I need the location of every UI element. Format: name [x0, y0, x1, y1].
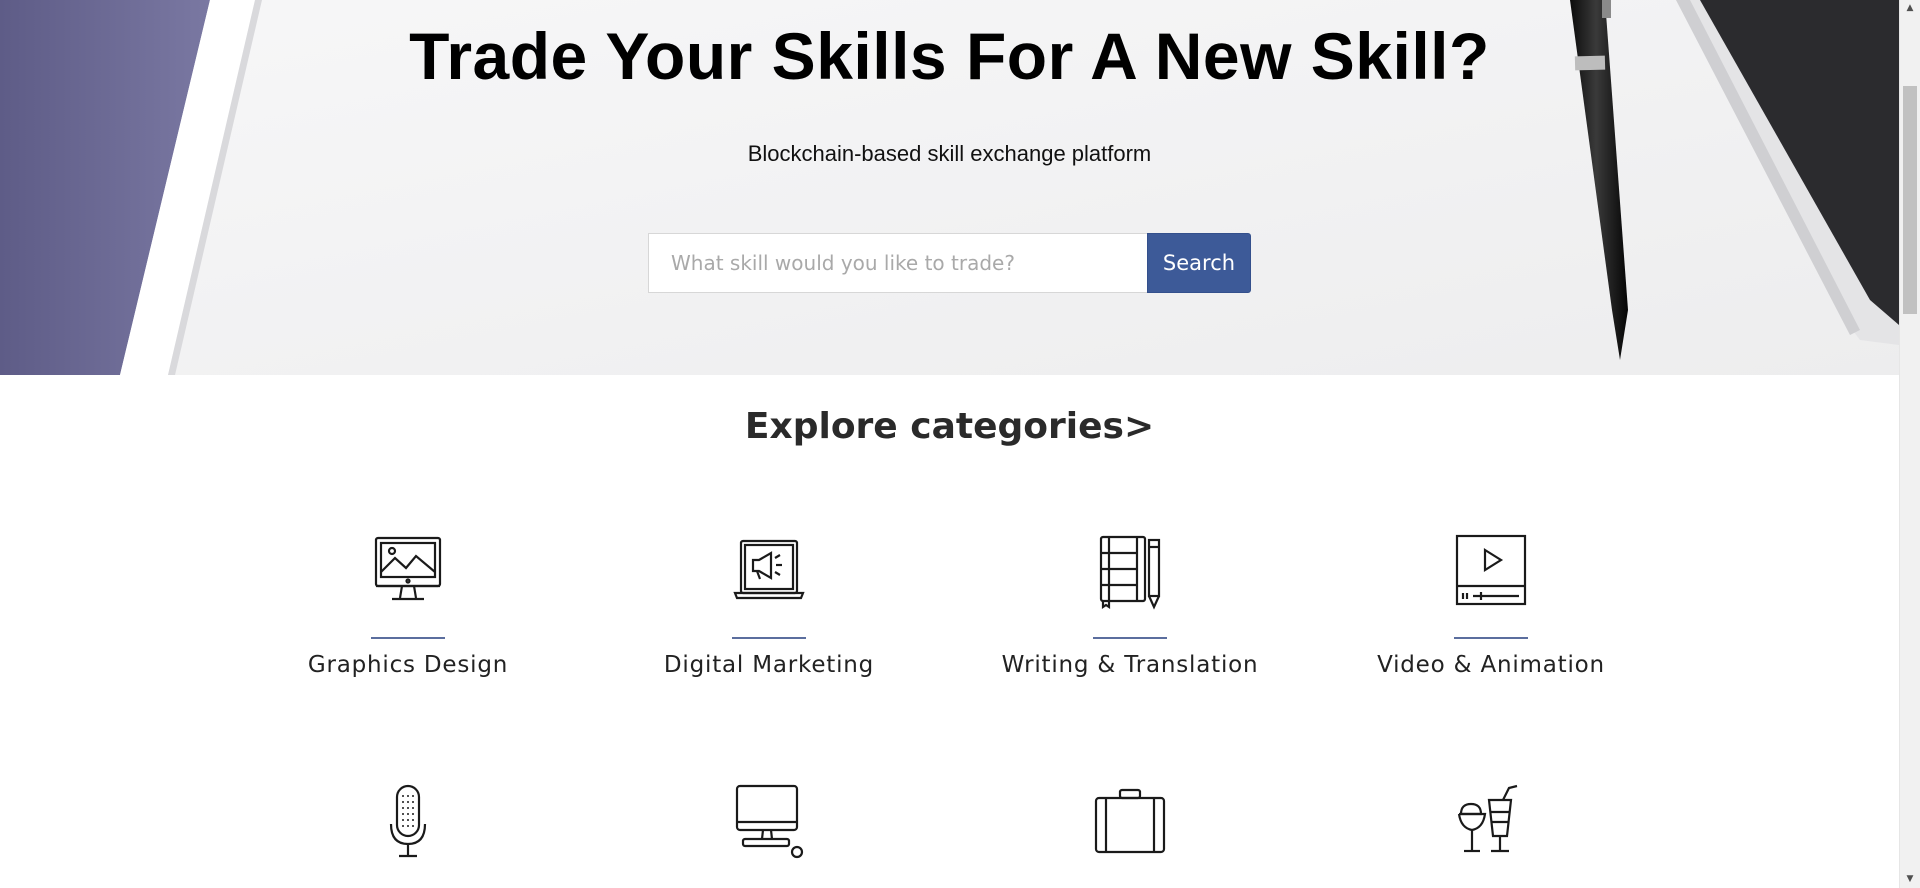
page: Trade Your Skills For A New Skill? Block… — [0, 0, 1920, 888]
category-digital-marketing[interactable]: Digital Marketing — [619, 534, 919, 684]
category-label: Video & Animation — [1377, 652, 1605, 678]
scroll-up-arrow-icon[interactable]: ▲ — [1900, 0, 1920, 17]
category-underline — [371, 637, 445, 639]
category-underline — [1454, 637, 1528, 639]
scroll-down-arrow-icon[interactable]: ▼ — [1900, 871, 1920, 888]
scrollbar-thumb[interactable] — [1903, 86, 1917, 314]
monitor-landscape-icon — [370, 534, 446, 610]
hero-banner: Trade Your Skills For A New Skill? Block… — [0, 0, 1899, 375]
microphone-icon — [370, 784, 446, 860]
laptop-megaphone-icon — [731, 534, 807, 610]
hero-title: Trade Your Skills For A New Skill? — [409, 19, 1490, 93]
category-audio[interactable] — [258, 784, 558, 888]
category-writing-translation[interactable]: Writing & Translation — [980, 534, 1280, 684]
category-programming[interactable] — [619, 784, 919, 888]
category-label: Graphics Design — [307, 652, 509, 678]
vertical-scrollbar[interactable]: ▲ ▼ — [1899, 0, 1920, 888]
explore-categories-heading[interactable]: Explore categories> — [0, 402, 1899, 452]
skill-search-input[interactable] — [648, 233, 1147, 293]
category-graphics-design[interactable]: Graphics Design — [258, 534, 558, 684]
category-underline — [1093, 637, 1167, 639]
skill-search-form: Search — [648, 233, 1251, 293]
category-label: Digital Marketing — [663, 652, 875, 678]
hero-subtitle: Blockchain-based skill exchange platform — [747, 141, 1152, 166]
notebook-pencil-icon — [1092, 534, 1168, 610]
category-underline — [732, 637, 806, 639]
category-label: Writing & Translation — [1001, 652, 1259, 678]
desktop-computer-icon — [731, 784, 807, 860]
briefcase-icon — [1092, 784, 1168, 860]
video-player-icon — [1453, 534, 1529, 610]
category-lifestyle[interactable] — [1341, 784, 1641, 888]
search-button[interactable]: Search — [1147, 233, 1251, 293]
category-video-animation[interactable]: Video & Animation — [1341, 534, 1641, 684]
category-business[interactable] — [980, 784, 1280, 888]
food-drink-icon — [1453, 784, 1529, 860]
main-content: Trade Your Skills For A New Skill? Block… — [0, 0, 1899, 888]
